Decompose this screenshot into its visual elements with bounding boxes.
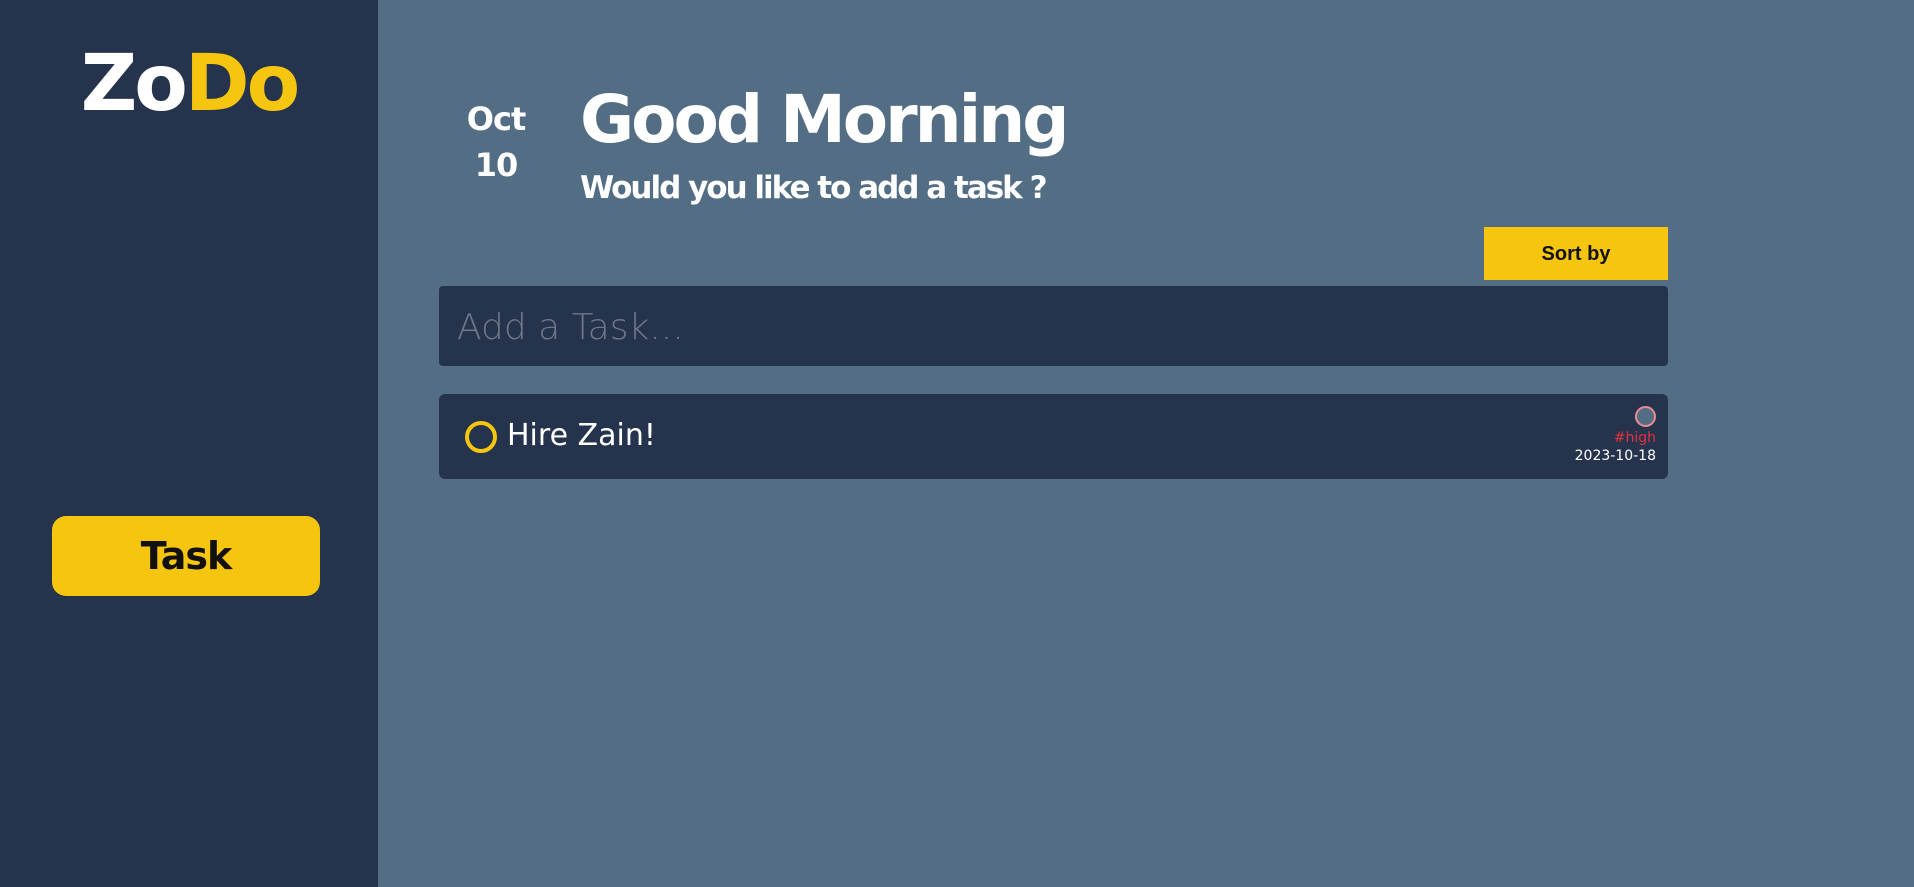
logo-part-do: Do — [184, 39, 300, 129]
app-root: ZoDo Task Oct 10 Good Morning Would you … — [0, 0, 1914, 887]
priority-tag: #high — [1613, 430, 1656, 446]
app-logo: ZoDo — [0, 34, 378, 134]
logo-part-zo: Zo — [80, 39, 188, 129]
main-content: Oct 10 Good Morning Would you like to ad… — [378, 0, 1914, 887]
date-display: Oct 10 — [446, 96, 546, 188]
task-complete-circle-icon[interactable] — [465, 421, 497, 453]
date-month: Oct — [466, 100, 526, 138]
sidebar-item-task-button[interactable]: Task — [52, 516, 320, 596]
add-task-container — [439, 286, 1672, 368]
sidebar: ZoDo Task — [0, 0, 378, 887]
sort-by-button[interactable]: Sort by — [1484, 227, 1668, 280]
page-title: Good Morning — [580, 81, 1069, 158]
page-subtitle: Would you like to add a task ? — [580, 170, 1048, 206]
priority-dot-icon[interactable] — [1635, 406, 1656, 427]
task-list-item[interactable]: Hire Zain! #high 2023-10-18 — [439, 394, 1668, 479]
date-day: 10 — [474, 146, 519, 184]
task-title: Hire Zain! — [507, 418, 656, 453]
task-due-date: 2023-10-18 — [1574, 448, 1656, 464]
add-task-input[interactable] — [455, 286, 1672, 368]
